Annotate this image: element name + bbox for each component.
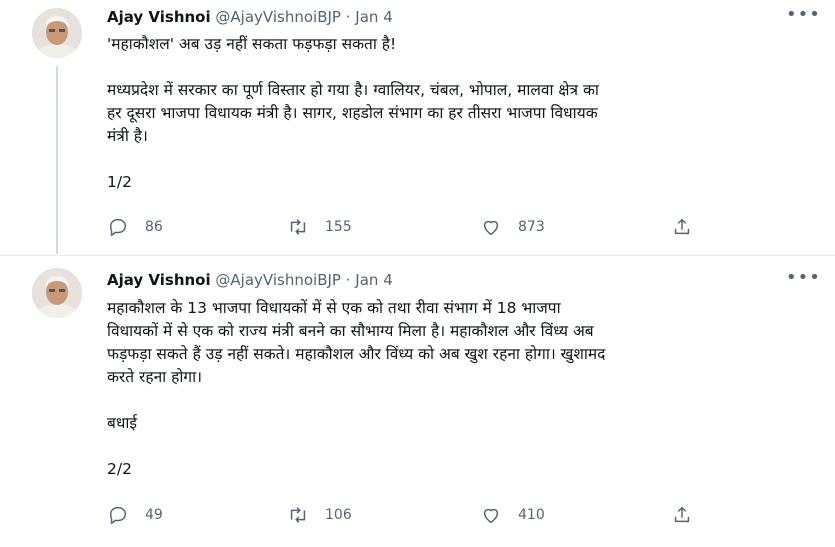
tweet-2[interactable]: Ajay Vishnoi @AjayVishnoiBJP · Jan 4 •••… — [0, 256, 835, 547]
retweet-icon — [290, 507, 306, 523]
tweet-date[interactable]: Jan 4 — [355, 271, 392, 289]
tweet-header: Ajay Vishnoi @AjayVishnoiBJP · Jan 4 — [107, 271, 393, 293]
share-icon — [674, 506, 690, 523]
tweet-text: 'महाकौशल' अब उड़ नहीं सकता फड़फड़ा सकता … — [107, 35, 599, 191]
separator-dot: · — [345, 271, 351, 289]
like-button[interactable]: 410 — [480, 503, 545, 527]
reply-button[interactable]: 49 — [107, 503, 163, 527]
more-horizontal-icon[interactable]: ••• — [786, 6, 820, 28]
retweet-count: 106 — [325, 507, 352, 523]
reply-button[interactable]: 86 — [107, 215, 163, 239]
retweet-count: 155 — [325, 219, 352, 235]
reply-count: 49 — [145, 507, 163, 523]
author-handle[interactable]: @AjayVishnoiBJP — [215, 8, 341, 26]
heart-icon — [483, 508, 499, 524]
share-button[interactable] — [671, 215, 709, 239]
like-button[interactable]: 873 — [480, 215, 545, 239]
retweet-button[interactable]: 155 — [287, 215, 352, 239]
tweet-date[interactable]: Jan 4 — [355, 8, 392, 26]
heart-icon — [483, 220, 499, 236]
share-button[interactable] — [671, 503, 709, 527]
retweet-icon — [290, 219, 306, 235]
like-count: 873 — [518, 219, 545, 235]
avatar[interactable] — [32, 8, 82, 58]
tweet-actions: 49 106 410 — [107, 503, 707, 527]
more-horizontal-icon[interactable]: ••• — [786, 269, 820, 291]
avatar[interactable] — [32, 268, 82, 318]
share-icon — [674, 218, 690, 235]
reply-icon — [109, 506, 127, 524]
like-count: 410 — [518, 507, 545, 523]
separator-dot: · — [345, 8, 351, 26]
tweet-header: Ajay Vishnoi @AjayVishnoiBJP · Jan 4 — [107, 8, 393, 30]
tweet-1[interactable]: Ajay Vishnoi @AjayVishnoiBJP · Jan 4 •••… — [0, 0, 835, 255]
reply-count: 86 — [145, 219, 163, 235]
tweet-actions: 86 155 873 — [107, 215, 707, 239]
reply-icon — [109, 218, 127, 236]
thread-connector-line — [56, 66, 58, 254]
author-name[interactable]: Ajay Vishnoi — [107, 271, 211, 289]
author-name[interactable]: Ajay Vishnoi — [107, 8, 211, 26]
tweet-text: महाकौशल के 13 भाजपा विधायकों में से एक क… — [107, 299, 606, 478]
author-handle[interactable]: @AjayVishnoiBJP — [215, 271, 341, 289]
retweet-button[interactable]: 106 — [287, 503, 352, 527]
